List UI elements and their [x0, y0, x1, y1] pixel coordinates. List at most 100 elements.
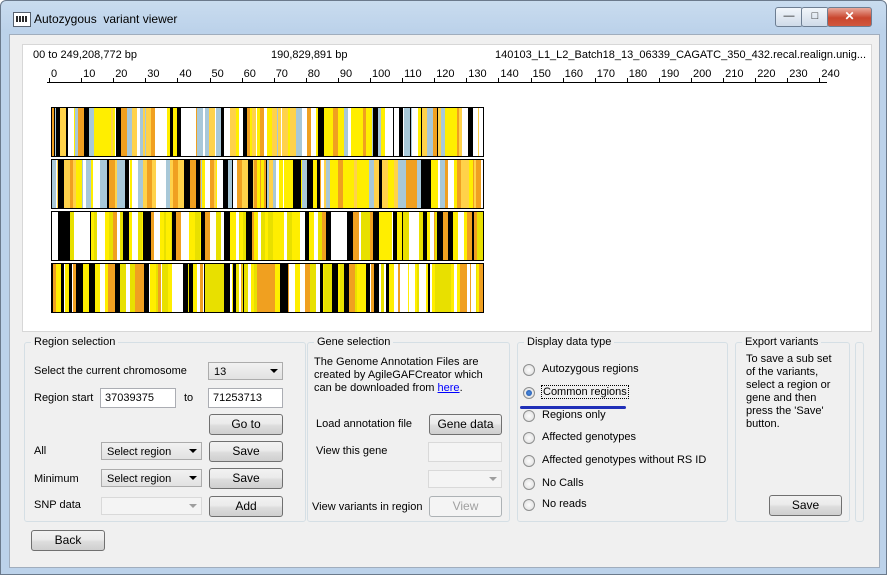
ruler-tick-label: 240 [821, 68, 840, 80]
snp-data-label: SNP data [34, 499, 81, 511]
minimum-label: Minimum [34, 473, 79, 485]
minimum-save-button[interactable]: Save [209, 468, 283, 489]
maximize-button[interactable]: □ [801, 7, 829, 27]
radio-label-1[interactable]: Autozygous regions [542, 363, 639, 375]
side-panel-divider [855, 342, 864, 522]
radio-4[interactable] [523, 432, 535, 444]
load-annotation-label: Load annotation file [316, 418, 413, 430]
radio-label-3[interactable]: Regions only [542, 409, 606, 421]
radio-7[interactable] [523, 499, 535, 511]
ruler-tick-label: 120 [436, 68, 455, 80]
ruler-tick-label: 50 [211, 68, 224, 80]
all-label: All [34, 445, 47, 457]
client-area: 00 to 249,208,772 bp 190,829,891 bp 1401… [9, 34, 880, 568]
view-button[interactable]: View [429, 496, 502, 517]
display-data-type-title: Display data type [524, 336, 615, 348]
ruler-tick-label: 60 [243, 68, 256, 80]
chevron-down-icon [189, 476, 197, 480]
radio-label-7[interactable]: No reads [542, 498, 587, 510]
app-window: Autozygous variant viewer — □ ✕ 00 to 24… [0, 0, 887, 575]
minimum-region-select[interactable]: Select region [101, 469, 202, 487]
radio-5[interactable] [523, 455, 535, 467]
ruler-tick-label: 180 [628, 68, 648, 80]
export-variants-group: Export variants To save a sub set of the… [735, 336, 850, 522]
ruler-tick [466, 78, 468, 83]
download-here-link[interactable]: here [438, 382, 460, 394]
chromosome-value: 13 [214, 366, 227, 378]
chevron-down-icon [189, 504, 197, 508]
ruler-tick [498, 78, 500, 83]
sample-track-3[interactable] [51, 211, 484, 261]
chromosome-label: Select the current chromosome [34, 365, 187, 377]
chevron-down-icon [489, 477, 497, 481]
ruler-tick-label: 110 [404, 68, 422, 80]
gene-description-line-3: can be downloaded from here. [314, 382, 463, 394]
chevron-down-icon [270, 369, 278, 373]
radio-1[interactable] [523, 364, 535, 376]
ruler-tick [434, 78, 436, 83]
to-label: to [184, 392, 194, 404]
chromosome-select[interactable]: 13 [208, 362, 283, 380]
gene-description-line-2: created by AgileGAFCreator which [314, 369, 483, 381]
variant-stripe [477, 212, 483, 260]
variant-stripe [479, 264, 483, 312]
add-button[interactable]: Add [209, 496, 283, 517]
selection-underline-mark [520, 406, 626, 409]
all-region-value: Select region [107, 446, 172, 458]
region-start-input[interactable]: 37039375 [100, 388, 176, 408]
ruler-line [47, 82, 827, 83]
minimize-button[interactable]: — [775, 7, 803, 27]
ruler-tick [145, 78, 147, 83]
sample-track-2[interactable] [51, 159, 484, 209]
gene-data-button[interactable]: Gene data [429, 414, 502, 435]
display-data-type-group: Display data type Autozygous regions Comm… [517, 336, 728, 522]
ruler-tick-label: 70 [275, 68, 288, 80]
variant-stripe [481, 160, 483, 208]
gene-selection-group: Gene selection The Genome Annotation Fil… [307, 336, 510, 522]
radio-6[interactable] [523, 478, 535, 490]
ruler-tick-label: 140 [500, 68, 519, 80]
gene-select[interactable] [428, 470, 502, 488]
sample-track-4[interactable] [51, 263, 484, 313]
gene-description-line-1: The Genome Annotation Files are [314, 356, 479, 368]
goto-button[interactable]: Go to [209, 414, 283, 435]
radio-3[interactable] [523, 410, 535, 422]
back-button[interactable]: Back [31, 530, 105, 551]
position-label: 190,829,891 bp [271, 49, 348, 61]
app-icon [13, 12, 31, 27]
ruler-tick [787, 78, 789, 83]
radio-label-5[interactable]: Affected genotypes without RS ID [542, 454, 706, 466]
radio-label-4[interactable]: Affected genotypes [542, 431, 636, 443]
ruler-tick [49, 78, 50, 83]
all-region-select[interactable]: Select region [101, 442, 202, 460]
window-title: Autozygous variant viewer [34, 12, 178, 26]
ruler-tick [241, 78, 243, 83]
export-save-button[interactable]: Save [769, 495, 842, 516]
close-button[interactable]: ✕ [827, 7, 872, 27]
ruler-tick-label: 170 [596, 68, 616, 80]
region-end-input[interactable]: 71253713 [208, 388, 283, 408]
ruler-tick [370, 78, 371, 83]
ruler-tick-label: 40 [179, 68, 192, 80]
snp-data-select[interactable] [101, 497, 202, 515]
radio-label-6[interactable]: No Calls [542, 477, 584, 489]
view-variants-label: View variants in region [312, 501, 423, 513]
ruler-tick-label: 190 [660, 68, 680, 80]
region-selection-title: Region selection [31, 336, 119, 348]
ruler-tick-label: 150 [532, 68, 551, 80]
ruler-tick [402, 78, 404, 83]
all-save-button[interactable]: Save [209, 441, 283, 462]
chromosome-viewer[interactable]: 00 to 249,208,772 bp 190,829,891 bp 1401… [22, 44, 872, 332]
bp-ruler: 0 10 20 30 40 50 60 70 80 90 100 110 120 130 140 150 160… [47, 67, 840, 87]
radio-label-2[interactable]: Common regions [541, 385, 629, 399]
ruler-tick-label: 80 [307, 68, 321, 80]
ruler-tick-label: 210 [725, 68, 744, 80]
ruler-tick [755, 78, 757, 83]
ruler-tick-label: 100 [372, 68, 391, 80]
radio-2[interactable] [523, 387, 535, 399]
variant-stripe [479, 108, 483, 156]
view-gene-input[interactable] [428, 442, 502, 462]
ruler-tick [305, 78, 307, 83]
sample-track-1[interactable] [51, 107, 484, 157]
ruler-tick [209, 78, 211, 83]
